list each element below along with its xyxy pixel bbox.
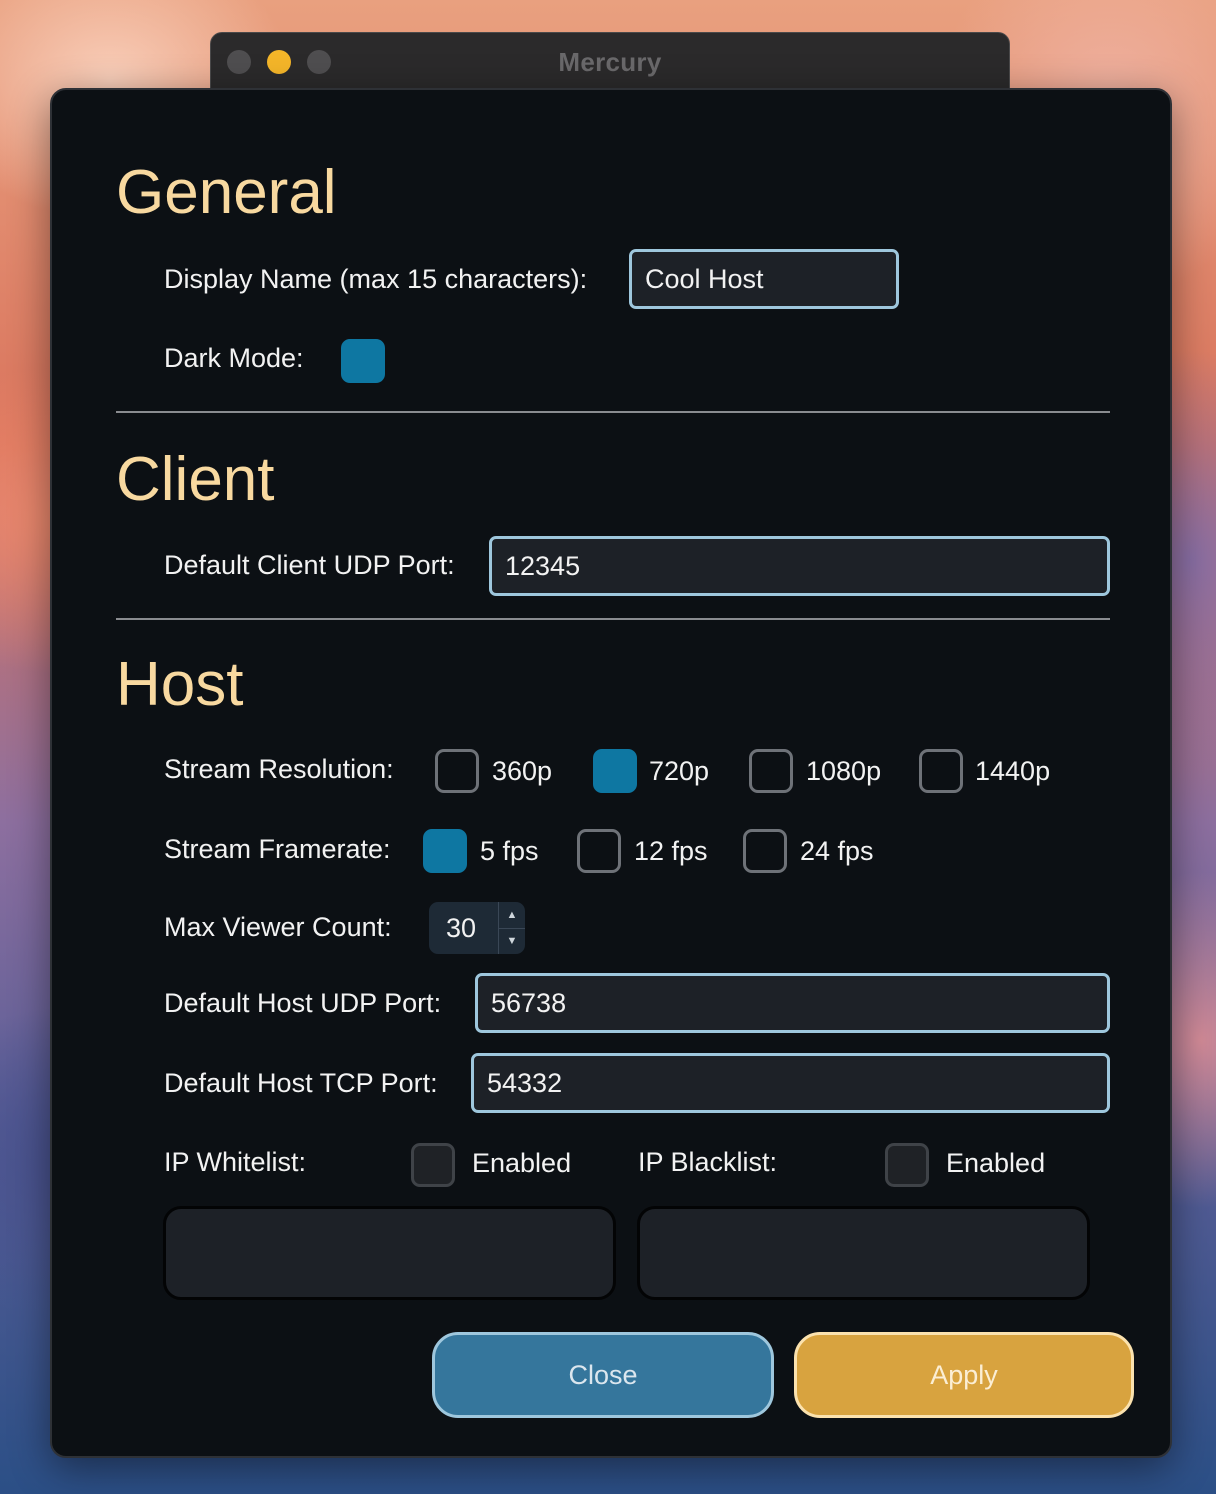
client-udp-port-label: Default Client UDP Port: <box>164 550 455 580</box>
framerate-12fps-checkbox[interactable] <box>577 829 621 873</box>
window-title-bar: Mercury <box>210 32 1010 92</box>
dark-mode-checkbox[interactable] <box>341 339 385 383</box>
max-viewer-count-value: 30 <box>446 913 477 943</box>
close-button[interactable]: Close <box>432 1332 774 1418</box>
ip-blacklist-textarea[interactable] <box>637 1206 1090 1300</box>
display-name-field[interactable]: Cool Host <box>629 249 899 309</box>
resolution-1440p-label: 1440p <box>975 756 1051 786</box>
resolution-720p-checkbox[interactable] <box>593 749 637 793</box>
section-divider <box>116 411 1110 413</box>
host-heading: Host <box>116 650 244 719</box>
resolution-1440p-checkbox[interactable] <box>919 749 963 793</box>
host-tcp-port-label: Default Host TCP Port: <box>164 1068 438 1098</box>
ip-whitelist-enabled-checkbox[interactable] <box>411 1143 455 1187</box>
ip-blacklist-enabled-label: Enabled <box>946 1148 1046 1178</box>
max-viewer-count-label: Max Viewer Count: <box>164 912 392 942</box>
host-udp-port-label: Default Host UDP Port: <box>164 988 442 1018</box>
dark-mode-label: Dark Mode: <box>164 343 304 373</box>
host-udp-port-field[interactable]: 56738 <box>475 973 1110 1033</box>
ip-whitelist-enabled-label: Enabled <box>472 1148 572 1178</box>
apply-button[interactable]: Apply <box>794 1332 1134 1418</box>
stream-framerate-label: Stream Framerate: <box>164 834 391 864</box>
chevron-down-icon[interactable]: ▼ <box>499 928 525 954</box>
framerate-24fps-checkbox[interactable] <box>743 829 787 873</box>
max-viewer-count-stepper[interactable]: 30 ▲ ▼ <box>429 902 525 954</box>
ip-whitelist-label: IP Whitelist: <box>164 1147 307 1177</box>
resolution-1080p-checkbox[interactable] <box>749 749 793 793</box>
window-title: Mercury <box>558 47 662 77</box>
framerate-24fps-label: 24 fps <box>800 836 874 866</box>
section-divider <box>116 618 1110 620</box>
resolution-1080p-label: 1080p <box>806 756 882 786</box>
ip-whitelist-textarea[interactable] <box>163 1206 616 1300</box>
settings-dialog: General Display Name (max 15 characters)… <box>50 88 1172 1458</box>
ip-blacklist-enabled-checkbox[interactable] <box>885 1143 929 1187</box>
client-udp-port-field[interactable]: 12345 <box>489 536 1110 596</box>
resolution-360p-label: 360p <box>492 756 553 786</box>
stepper-arrows: ▲ ▼ <box>498 902 525 954</box>
resolution-360p-checkbox[interactable] <box>435 749 479 793</box>
general-heading: General <box>116 158 337 227</box>
chevron-up-icon[interactable]: ▲ <box>499 902 525 929</box>
client-heading: Client <box>116 445 275 514</box>
host-tcp-port-field[interactable]: 54332 <box>471 1053 1110 1113</box>
resolution-720p-label: 720p <box>649 756 710 786</box>
framerate-5fps-label: 5 fps <box>480 836 539 866</box>
framerate-5fps-checkbox[interactable] <box>423 829 467 873</box>
ip-blacklist-label: IP Blacklist: <box>638 1147 778 1177</box>
stream-resolution-label: Stream Resolution: <box>164 754 394 784</box>
framerate-12fps-label: 12 fps <box>634 836 708 866</box>
display-name-label: Display Name (max 15 characters): <box>164 264 588 294</box>
